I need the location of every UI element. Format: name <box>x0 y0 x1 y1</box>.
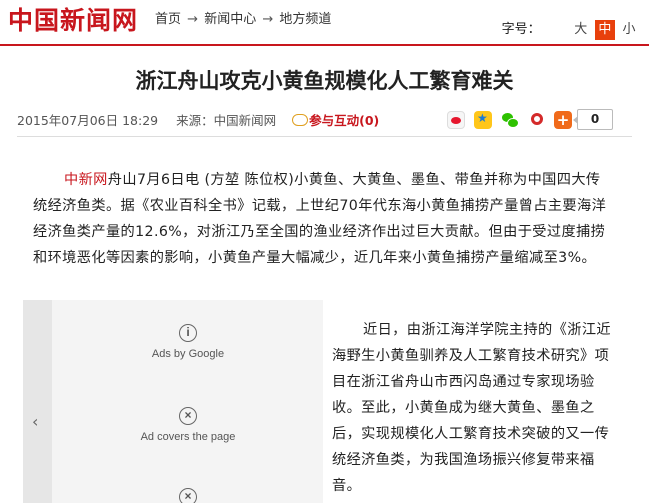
ads-by-google-item[interactable]: i Ads by Google <box>93 324 283 361</box>
ad-prev-panel[interactable]: ‹ <box>23 300 52 503</box>
ad-close-item[interactable]: × <box>93 488 283 503</box>
breadcrumb-arrow-icon: → <box>187 12 199 27</box>
font-size-label: 字号： <box>501 22 541 37</box>
article-paragraph-1-text: 舟山7月6日电 (方堃 陈位权)小黄鱼、大黄鱼、墨鱼、带鱼并称为中国四大传统经济… <box>33 172 607 266</box>
breadcrumb-local-channel-link[interactable]: 地方频道 <box>279 12 331 27</box>
wechat-share-icon[interactable] <box>501 111 519 129</box>
header-divider <box>0 44 649 46</box>
breadcrumb-arrow-icon: → <box>262 12 274 27</box>
close-icon: × <box>179 407 197 425</box>
article-datetime: 2015年07月06日 18:29 <box>17 113 159 128</box>
breadcrumb-news-center-link[interactable]: 新闻中心 <box>204 12 256 27</box>
site-logo[interactable]: 中国新闻网 <box>8 5 138 37</box>
article-source: 来源：中国新闻网 <box>176 113 277 128</box>
article-title: 浙江舟山攻克小黄鱼规模化人工繁育难关 <box>135 69 514 93</box>
font-size-small-option[interactable]: 小 <box>619 20 639 40</box>
meta-divider <box>17 136 632 137</box>
article-paragraph-1: 中新网舟山7月6日电 (方堃 陈位权)小黄鱼、大黄鱼、墨鱼、带鱼并称为中国四大传… <box>33 167 615 271</box>
agency-link[interactable]: 中新网 <box>64 172 108 188</box>
comment-bubble-icon <box>292 114 309 126</box>
interact-count: (0) <box>359 113 380 128</box>
qzone-share-icon[interactable] <box>474 111 492 129</box>
font-size-medium-option[interactable]: 中 <box>594 20 615 40</box>
chevron-left-icon[interactable]: ‹ <box>32 414 38 430</box>
font-size-switcher: 字号： 大 中 小 <box>502 20 639 40</box>
breadcrumb-home-link[interactable]: 首页 <box>155 12 181 27</box>
ad-covers-page-item[interactable]: × Ad covers the page <box>93 407 283 444</box>
weibo-share-icon[interactable] <box>447 111 465 129</box>
ads-by-google-label: Ads by Google <box>151 348 225 360</box>
article-meta: 2015年07月06日 18:29 来源：中国新闻网 参与互动(0) <box>17 113 379 129</box>
interact-link[interactable]: 参与互动(0) <box>292 113 379 128</box>
share-count-badge: 0 <box>573 109 613 130</box>
ad-block: ‹ i Ads by Google × Ad covers the page × <box>23 300 323 503</box>
interact-label: 参与互动 <box>309 113 360 128</box>
close-icon: × <box>179 488 197 503</box>
info-icon: i <box>179 324 197 342</box>
more-share-plus-icon[interactable]: + <box>554 111 572 129</box>
ad-covers-page-label: Ad covers the page <box>140 431 236 443</box>
breadcrumb: 首页 → 新闻中心 → 地方频道 <box>155 11 331 29</box>
top-bar: 中国新闻网 首页 → 新闻中心 → 地方频道 字号： 大 中 小 <box>0 0 649 46</box>
renren-share-icon[interactable] <box>529 111 547 129</box>
font-size-large-option[interactable]: 大 <box>571 20 591 40</box>
article-paragraph-2: 近日，由浙江海洋学院主持的《浙江近海野生小黄鱼驯养及人工繁育技术研究》项目在浙江… <box>332 322 611 494</box>
